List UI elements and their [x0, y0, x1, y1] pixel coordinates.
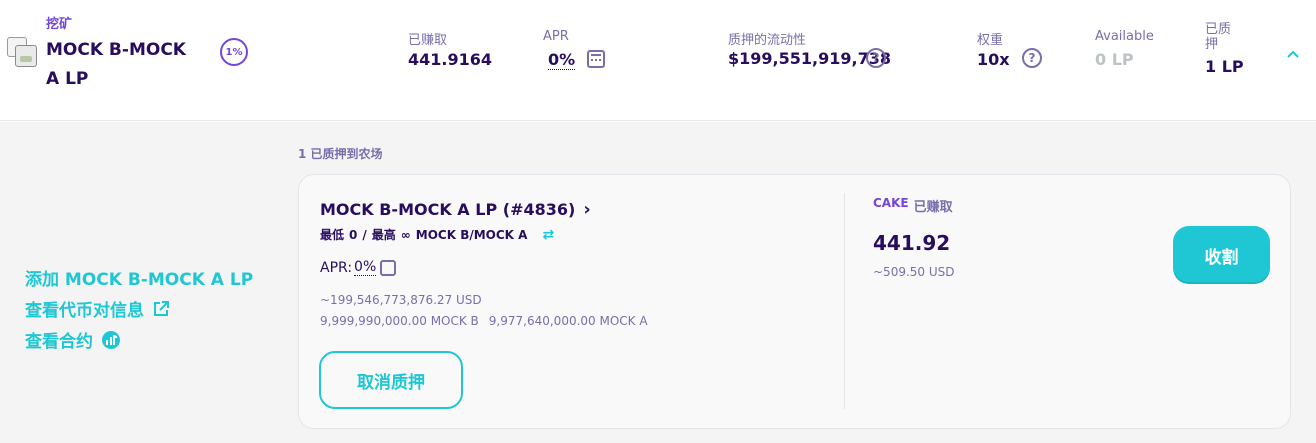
earned-value: 441.9164 — [408, 50, 493, 69]
calculator-icon[interactable] — [380, 259, 397, 276]
farm-links: 添加 MOCK B-MOCK A LP 查看代币对信息 查看合约 — [25, 262, 253, 355]
price-range: 最低 0 / 最高 ∞ MOCK B/MOCK A ⇄ — [320, 226, 554, 243]
card-divider — [844, 193, 845, 409]
apr-label: APR — [543, 29, 569, 44]
staked-label: 已质押 — [1205, 22, 1232, 52]
position-title-link[interactable]: MOCK B-MOCK A LP (#4836) › — [320, 199, 591, 220]
apr-value[interactable]: 0% — [548, 50, 576, 70]
earned-label: 已赚取 — [408, 33, 448, 48]
harvest-button[interactable]: 收割 — [1173, 226, 1270, 284]
position-usd-value: ~199,546,773,876.27 USD — [320, 293, 482, 307]
view-pair-info-link[interactable]: 查看代币对信息 — [25, 293, 253, 324]
swap-arrows-icon[interactable]: ⇄ — [542, 227, 554, 243]
chevron-right-icon: › — [583, 199, 591, 220]
min-value: 0 — [349, 227, 358, 242]
token-a-amount: 9,977,640,000.00 MOCK A — [488, 314, 648, 328]
position-card: MOCK B-MOCK A LP (#4836) › 最低 0 / 最高 ∞ M… — [298, 174, 1291, 429]
liquidity-label: 质押的流动性 — [728, 33, 807, 48]
multiplier-help-icon[interactable]: ? — [1022, 48, 1042, 68]
earned-usd: ~509.50 USD — [873, 265, 955, 279]
position-token-amounts: 9,999,990,000.00 MOCK B 9,977,640,000.00… — [320, 314, 648, 328]
external-link-icon — [154, 300, 169, 316]
view-contract-link[interactable]: 查看合约 — [25, 324, 253, 355]
max-value: ∞ — [400, 227, 411, 242]
pair-unit: MOCK B/MOCK A — [415, 227, 528, 242]
staked-section-title: 1 已质押到农场 — [298, 147, 383, 161]
position-apr-value[interactable]: 0% — [354, 259, 377, 276]
pair-name: MOCK B-MOCK A LP — [46, 40, 186, 89]
farm-tag: 挖矿 — [46, 17, 73, 32]
available-label: Available — [1095, 29, 1154, 44]
multiplier-label: 权重 — [977, 33, 1004, 48]
multiplier-value: 10x — [977, 50, 1010, 69]
bscscan-icon — [102, 330, 120, 349]
calculator-icon[interactable] — [587, 50, 605, 68]
position-apr-label: APR: — [320, 259, 353, 276]
token-b-amount: 9,999,990,000.00 MOCK B — [320, 314, 479, 328]
unstake-button[interactable]: 取消质押 — [319, 351, 463, 409]
earned-token: CAKE — [873, 196, 909, 210]
chevron-up-icon[interactable] — [1286, 48, 1300, 62]
earned-amount: 441.92 — [873, 231, 951, 255]
earned-header-label: 已赚取 — [913, 200, 953, 215]
farm-details-panel: 添加 MOCK B-MOCK A LP 查看代币对信息 查看合约 1 已质押到农… — [0, 122, 1316, 443]
liquidity-help-icon[interactable]: ? — [866, 48, 886, 68]
staked-value: 1 LP — [1205, 57, 1244, 76]
position-apr: APR: 0% — [320, 259, 397, 276]
range-separator: / — [362, 227, 367, 242]
max-label: 最高 — [371, 228, 396, 242]
add-liquidity-link[interactable]: 添加 MOCK B-MOCK A LP — [25, 262, 253, 293]
token-pair-image-icon — [7, 37, 39, 69]
farm-row[interactable]: 挖矿 MOCK B-MOCK A LP 1% 已赚取 441.9164 APR … — [0, 0, 1316, 121]
min-label: 最低 — [320, 228, 345, 242]
available-value: 0 LP — [1095, 50, 1134, 69]
earned-header: CAKE 已赚取 — [873, 196, 953, 215]
fee-tier-badge: 1% — [220, 38, 248, 66]
